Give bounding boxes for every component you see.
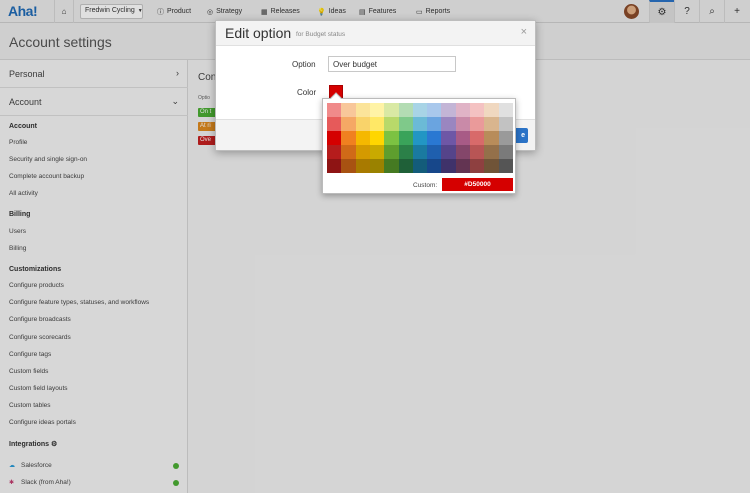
color-swatch[interactable] bbox=[484, 159, 499, 173]
color-swatch[interactable] bbox=[398, 103, 413, 117]
color-swatch[interactable] bbox=[355, 145, 370, 159]
color-swatch[interactable] bbox=[398, 145, 413, 159]
color-swatch[interactable] bbox=[470, 159, 485, 173]
color-swatch[interactable] bbox=[398, 117, 413, 131]
color-swatch[interactable] bbox=[412, 103, 428, 117]
color-swatch[interactable] bbox=[369, 131, 385, 145]
color-swatch[interactable] bbox=[441, 117, 456, 131]
color-swatch[interactable] bbox=[355, 131, 370, 145]
color-swatch[interactable] bbox=[455, 131, 471, 145]
color-swatch[interactable] bbox=[369, 117, 385, 131]
close-icon[interactable]: × bbox=[521, 26, 527, 38]
color-swatch[interactable] bbox=[369, 145, 385, 159]
dialog-subtitle: for Budget status bbox=[296, 31, 346, 38]
color-swatch[interactable] bbox=[470, 145, 485, 159]
option-input[interactable] bbox=[328, 56, 456, 72]
color-swatch[interactable] bbox=[412, 117, 428, 131]
color-swatch[interactable] bbox=[441, 103, 456, 117]
color-swatch[interactable] bbox=[384, 103, 399, 117]
color-swatch[interactable] bbox=[470, 117, 485, 131]
color-swatch[interactable] bbox=[327, 131, 342, 145]
color-swatch[interactable] bbox=[498, 103, 513, 117]
color-swatch[interactable] bbox=[412, 159, 428, 173]
color-swatch[interactable] bbox=[484, 131, 499, 145]
color-swatch[interactable] bbox=[327, 103, 342, 117]
color-swatch[interactable] bbox=[341, 131, 356, 145]
color-swatch[interactable] bbox=[455, 145, 471, 159]
color-swatch[interactable] bbox=[484, 117, 499, 131]
color-swatch[interactable] bbox=[384, 131, 399, 145]
color-swatch[interactable] bbox=[455, 159, 471, 173]
color-swatch[interactable] bbox=[455, 117, 471, 131]
color-swatch[interactable] bbox=[369, 103, 385, 117]
color-label: Color bbox=[297, 88, 317, 97]
color-swatch[interactable] bbox=[498, 117, 513, 131]
color-swatch[interactable] bbox=[412, 131, 428, 145]
color-swatch[interactable] bbox=[327, 145, 342, 159]
color-swatch[interactable] bbox=[384, 117, 399, 131]
color-swatch[interactable] bbox=[427, 159, 442, 173]
color-swatch[interactable] bbox=[427, 131, 442, 145]
color-swatch[interactable] bbox=[369, 159, 385, 173]
color-swatch[interactable] bbox=[327, 117, 342, 131]
color-swatch[interactable] bbox=[398, 159, 413, 173]
option-label: Option bbox=[292, 60, 316, 69]
color-swatch[interactable] bbox=[498, 145, 513, 159]
color-swatch[interactable] bbox=[384, 145, 399, 159]
custom-color-input[interactable]: #D50000 bbox=[442, 178, 513, 191]
color-swatch[interactable] bbox=[412, 145, 428, 159]
color-swatch[interactable] bbox=[427, 145, 442, 159]
color-swatch[interactable] bbox=[341, 117, 356, 131]
color-swatch[interactable] bbox=[484, 145, 499, 159]
color-swatch[interactable] bbox=[441, 145, 456, 159]
color-swatch[interactable] bbox=[355, 117, 370, 131]
color-swatch[interactable] bbox=[341, 145, 356, 159]
color-swatch[interactable] bbox=[498, 159, 513, 173]
color-swatch[interactable] bbox=[470, 131, 485, 145]
color-swatch[interactable] bbox=[355, 159, 370, 173]
color-swatch[interactable] bbox=[327, 159, 342, 173]
color-swatch[interactable] bbox=[427, 117, 442, 131]
color-swatch[interactable] bbox=[398, 131, 413, 145]
color-swatch[interactable] bbox=[355, 103, 370, 117]
dialog-title: Edit option bbox=[225, 25, 292, 41]
color-swatch[interactable] bbox=[455, 103, 471, 117]
color-swatch[interactable] bbox=[341, 103, 356, 117]
color-swatch[interactable] bbox=[498, 131, 513, 145]
color-swatch[interactable] bbox=[441, 131, 456, 145]
color-swatch[interactable] bbox=[341, 159, 356, 173]
dialog-header: Edit option for Budget status × bbox=[216, 21, 535, 46]
color-picker: Custom: #D50000 bbox=[322, 92, 516, 194]
color-swatch[interactable] bbox=[441, 159, 456, 173]
color-swatch[interactable] bbox=[384, 159, 399, 173]
color-swatch[interactable] bbox=[484, 103, 499, 117]
color-swatch[interactable] bbox=[427, 103, 442, 117]
custom-color-label: Custom: bbox=[413, 182, 438, 189]
color-swatch[interactable] bbox=[470, 103, 485, 117]
color-grid bbox=[327, 103, 513, 173]
